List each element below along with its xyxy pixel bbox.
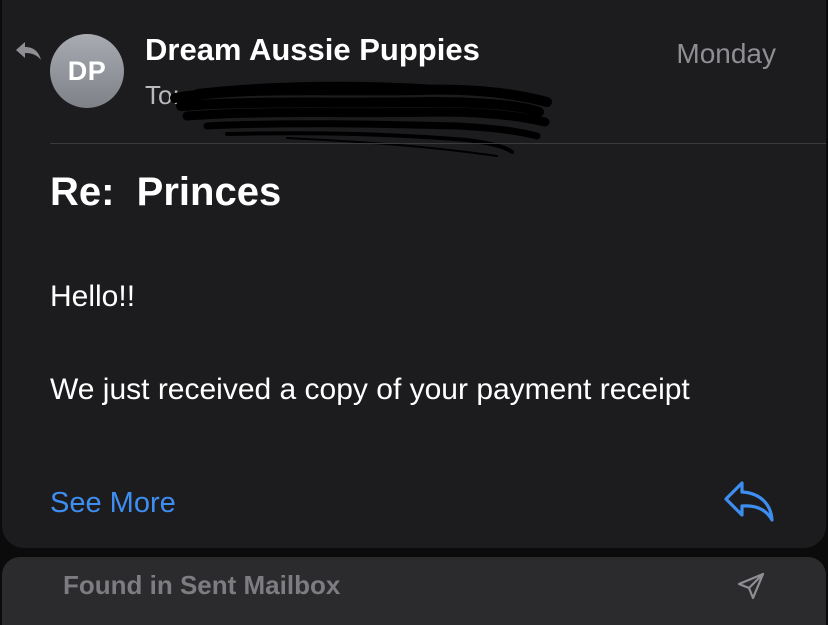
paper-plane-icon bbox=[737, 572, 765, 600]
avatar: DP bbox=[50, 34, 124, 108]
message-body: We just received a copy of your payment … bbox=[50, 373, 690, 406]
mailbox-footer: Found in Sent Mailbox bbox=[2, 557, 826, 625]
message-greeting: Hello!! bbox=[50, 280, 136, 313]
redaction-scribble bbox=[170, 81, 552, 157]
reply-arrow-icon bbox=[16, 42, 41, 60]
mailbox-status: Found in Sent Mailbox bbox=[63, 570, 341, 600]
avatar-initials: DP bbox=[67, 55, 107, 86]
message-date: Monday bbox=[676, 38, 776, 69]
reply-arrow-icon[interactable] bbox=[722, 478, 776, 524]
see-more-link[interactable]: See More bbox=[50, 487, 176, 520]
header-divider bbox=[50, 143, 826, 144]
message-card: DP Dream Aussie Puppies Monday To: Re: P… bbox=[2, 0, 826, 548]
sender-name[interactable]: Dream Aussie Puppies bbox=[145, 32, 480, 68]
message-subject: Re: Princes bbox=[50, 170, 282, 214]
